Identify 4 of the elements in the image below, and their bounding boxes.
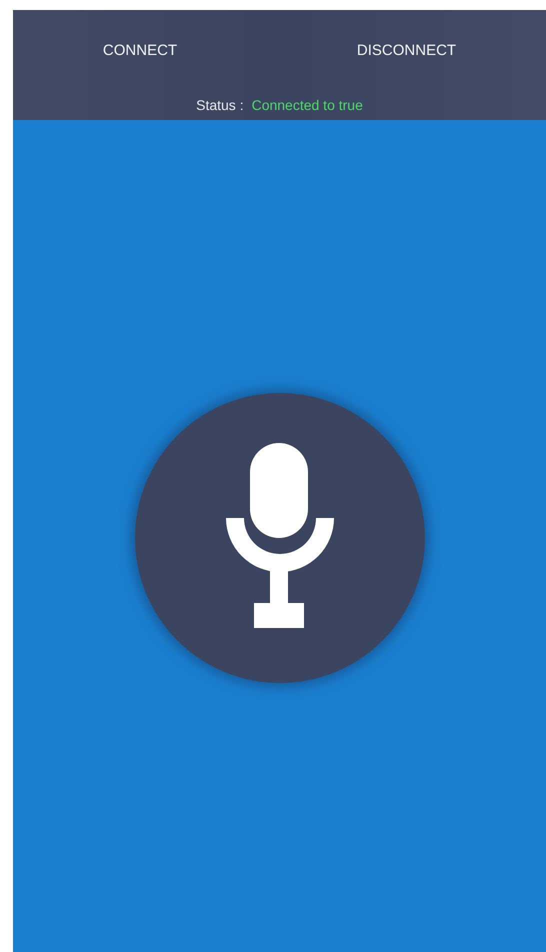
- status-text: Connected to true: [252, 96, 363, 115]
- status-label: Status :: [196, 96, 244, 115]
- header-button[interactable]: DISCONNECT: [348, 34, 464, 68]
- header-button[interactable]: CONNECT: [94, 34, 186, 68]
